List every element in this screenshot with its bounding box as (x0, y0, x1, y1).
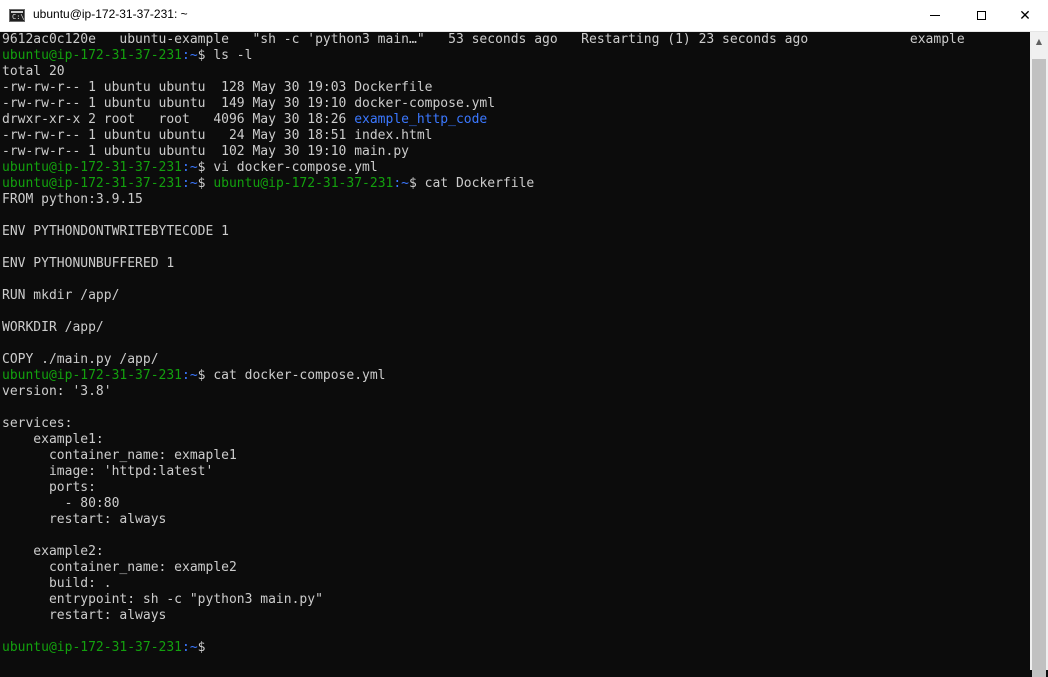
terminal-text-segment: COPY ./main.py /app/ (2, 352, 159, 367)
terminal-line: ENV PYTHONUNBUFFERED 1 (2, 256, 174, 272)
terminal-text-segment: $ vi docker-compose.yml (197, 160, 378, 175)
terminal-text-segment: - 80:80 (2, 496, 120, 511)
terminal-text-segment: ENV PYTHONUNBUFFERED 1 (2, 256, 175, 271)
terminal-line: services: (2, 416, 72, 432)
terminal-text-segment: ubuntu@ip-172-31-37-231 (213, 176, 394, 191)
terminal-text-segment: $ cat Dockerfile (409, 176, 535, 191)
terminal-text-segment: restart: always (2, 608, 167, 623)
terminal-text-segment: :~ (182, 640, 198, 655)
close-button[interactable]: ✕ (1002, 0, 1048, 31)
maximize-icon (976, 11, 986, 20)
terminal-line: ubuntu@ip-172-31-37-231:~$ ubuntu@ip-172… (2, 176, 534, 192)
terminal-line: image: 'httpd:latest' (2, 464, 213, 480)
terminal-line: ubuntu@ip-172-31-37-231:~$ ls -l (2, 48, 252, 64)
terminal-text-segment: FROM python:3.9.15 (2, 192, 143, 207)
terminal-text-segment: -rw-rw-r-- 1 ubuntu ubuntu 149 May 30 19… (2, 96, 496, 111)
terminal-text-segment: :~ (393, 176, 409, 191)
terminal-text-segment: ubuntu@ip-172-31-37-231 (2, 640, 183, 655)
terminal-text-segment: drwxr-xr-x 2 root root 4096 May 30 18:26 (2, 112, 355, 127)
terminal-line: total 20 (2, 64, 65, 80)
terminal-line: example2: (2, 544, 104, 560)
terminal-line: FROM python:3.9.15 (2, 192, 143, 208)
terminal-text-segment: version: '3.8' (2, 384, 112, 399)
vertical-scrollbar[interactable]: ▲ (1030, 32, 1048, 677)
terminal-line: - 80:80 (2, 496, 120, 512)
terminal-text-segment: total 20 (2, 64, 65, 79)
terminal-text-segment: :~ (182, 48, 198, 63)
terminal-text-segment: WORKDIR /app/ (2, 320, 104, 335)
terminal-text-segment: $ (197, 176, 214, 191)
terminal-line: restart: always (2, 512, 166, 528)
window-title: ubuntu@ip-172-31-37-231: ~ (33, 7, 188, 21)
terminal-text-segment: RUN mkdir /app/ (2, 288, 120, 303)
terminal-line: WORKDIR /app/ (2, 320, 104, 336)
terminal-text-segment: -rw-rw-r-- 1 ubuntu ubuntu 128 May 30 19… (2, 80, 433, 95)
terminal-text-segment: example2: (2, 544, 104, 559)
terminal-text-segment: $ cat docker-compose.yml (197, 368, 386, 383)
terminal-line: container_name: example2 (2, 560, 237, 576)
terminal-text-segment: -rw-rw-r-- 1 ubuntu ubuntu 24 May 30 18:… (2, 128, 433, 143)
terminal-line: entrypoint: sh -c "python3 main.py" (2, 592, 323, 608)
terminal-text-segment: container_name: example2 (2, 560, 237, 575)
terminal-line: ports: (2, 480, 96, 496)
terminal-line: ENV PYTHONDONTWRITEBYTECODE 1 (2, 224, 229, 240)
terminal-text-segment: example1: (2, 432, 104, 447)
terminal-output[interactable]: 9612ac0c120e ubuntu-example "sh -c 'pyth… (0, 32, 1030, 670)
terminal-line: ubuntu@ip-172-31-37-231:~$ vi docker-com… (2, 160, 378, 176)
terminal-line: restart: always (2, 608, 166, 624)
terminal-text-segment: ubuntu@ip-172-31-37-231 (2, 48, 183, 63)
scrollbar-thumb[interactable] (1032, 59, 1046, 677)
terminal-text-segment: ports: (2, 480, 96, 495)
terminal-text-segment: container_name: exmaple1 (2, 448, 237, 463)
terminal-text-segment: :~ (182, 368, 198, 383)
terminal-text-segment: 9612ac0c120e ubuntu-example "sh -c 'pyth… (2, 32, 965, 47)
terminal-line: example1: (2, 432, 104, 448)
terminal-line: version: '3.8' (2, 384, 112, 400)
title-bar[interactable]: C:\ ubuntu@ip-172-31-37-231: ~ ✕ (0, 0, 1048, 32)
terminal-text-segment: :~ (182, 160, 198, 175)
terminal-text-segment: ENV PYTHONDONTWRITEBYTECODE 1 (2, 224, 229, 239)
maximize-button[interactable] (958, 0, 1004, 31)
terminal-text-segment: example_http_code (354, 112, 488, 127)
terminal-line: -rw-rw-r-- 1 ubuntu ubuntu 128 May 30 19… (2, 80, 432, 96)
terminal-text-segment: ubuntu@ip-172-31-37-231 (2, 368, 183, 383)
terminal-text-segment: build: . (2, 576, 112, 591)
terminal-text-segment: ubuntu@ip-172-31-37-231 (2, 176, 183, 191)
terminal-text-segment: image: 'httpd:latest' (2, 464, 214, 479)
terminal-line: RUN mkdir /app/ (2, 288, 119, 304)
terminal-line: -rw-rw-r-- 1 ubuntu ubuntu 102 May 30 19… (2, 144, 409, 160)
terminal-text-segment: -rw-rw-r-- 1 ubuntu ubuntu 102 May 30 19… (2, 144, 409, 159)
minimize-icon (930, 15, 940, 16)
terminal-text-segment: :~ (182, 176, 198, 191)
terminal-text-segment: restart: always (2, 512, 167, 527)
terminal-line: drwxr-xr-x 2 root root 4096 May 30 18:26… (2, 112, 487, 128)
terminal-line: -rw-rw-r-- 1 ubuntu ubuntu 24 May 30 18:… (2, 128, 432, 144)
terminal-line: container_name: exmaple1 (2, 448, 237, 464)
terminal-line: COPY ./main.py /app/ (2, 352, 159, 368)
terminal-icon-glyph: C:\ (12, 13, 25, 21)
minimize-button[interactable] (912, 0, 958, 31)
terminal-line: -rw-rw-r-- 1 ubuntu ubuntu 149 May 30 19… (2, 96, 495, 112)
scroll-up-icon[interactable]: ▲ (1030, 32, 1048, 50)
terminal-line: ubuntu@ip-172-31-37-231:~$ cat docker-co… (2, 368, 386, 384)
terminal-text-segment: $ (197, 640, 206, 655)
terminal-icon[interactable]: C:\ (9, 9, 25, 22)
terminal-line: 9612ac0c120e ubuntu-example "sh -c 'pyth… (2, 32, 965, 48)
terminal-line: ubuntu@ip-172-31-37-231:~$ (2, 640, 206, 656)
terminal-text-segment: ubuntu@ip-172-31-37-231 (2, 160, 183, 175)
terminal-text-segment: entrypoint: sh -c "python3 main.py" (2, 592, 323, 607)
terminal-text-segment: $ ls -l (197, 48, 253, 63)
terminal-line: build: . (2, 576, 112, 592)
close-icon: ✕ (1019, 7, 1031, 24)
terminal-text-segment: services: (2, 416, 73, 431)
